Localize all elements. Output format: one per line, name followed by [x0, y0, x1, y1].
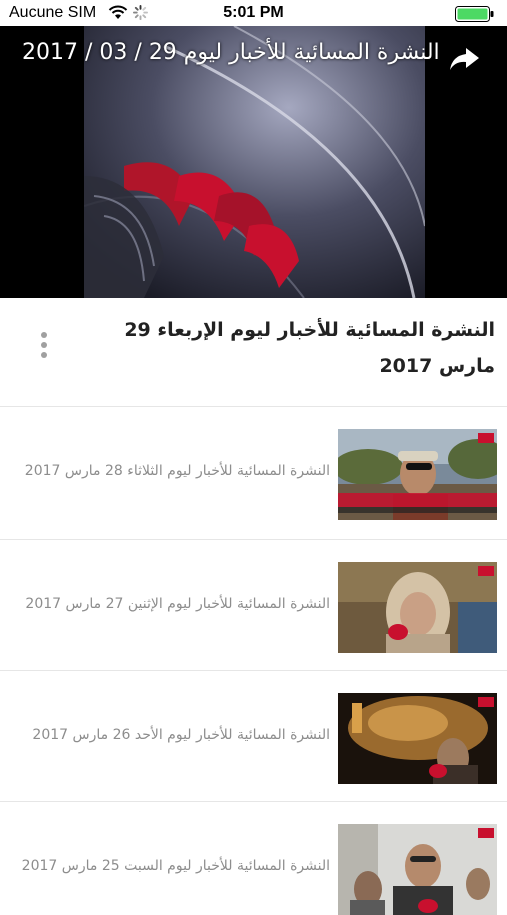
battery-icon [455, 6, 494, 22]
video-player[interactable]: النشرة المسائية للأخبار ليوم 29 / 03 / 2… [0, 26, 507, 298]
video-title: النشرة المسائية للأخبار ليوم الإثنين 27 … [25, 596, 330, 612]
status-bar: Aucune SIM 5:01 PM [0, 0, 507, 26]
video-title: النشرة المسائية للأخبار ليوم السبت 25 ما… [21, 858, 330, 874]
list-item[interactable]: النشرة المسائية للأخبار ليوم الإثنين 27 … [0, 540, 507, 671]
video-thumbnail [338, 429, 497, 520]
video-title: النشرة المسائية للأخبار ليوم الأحد 26 ما… [32, 727, 330, 743]
video-thumbnail [338, 824, 497, 915]
current-video-info: النشرة المسائية للأخبار ليوم الإربعاء 29… [0, 298, 507, 407]
list-item[interactable]: النشرة المسائية للأخبار ليوم الثلاثاء 28… [0, 407, 507, 540]
video-title: النشرة المسائية للأخبار ليوم الثلاثاء 28… [24, 463, 330, 479]
video-thumbnail [338, 562, 497, 653]
list-item[interactable]: النشرة المسائية للأخبار ليوم الأحد 26 ما… [0, 671, 507, 802]
video-title-overlay: النشرة المسائية للأخبار ليوم 29 / 03 / 2… [22, 40, 440, 65]
more-options-icon[interactable] [38, 330, 50, 360]
share-icon[interactable] [448, 46, 480, 72]
video-thumbnail [338, 693, 497, 784]
current-video-title: النشرة المسائية للأخبار ليوم الإربعاء 29… [124, 319, 495, 377]
status-time: 5:01 PM [223, 4, 284, 21]
video-frame [84, 26, 425, 298]
list-item[interactable]: النشرة المسائية للأخبار ليوم السبت 25 ما… [0, 802, 507, 915]
